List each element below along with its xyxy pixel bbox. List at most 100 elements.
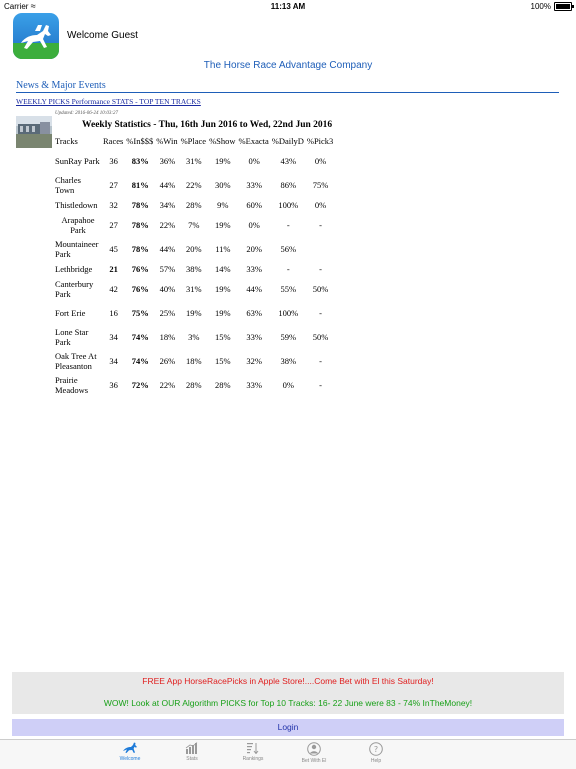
stats-title: Weekly Statistics - Thu, 16th Jun 2016 t… <box>82 120 333 130</box>
company-link[interactable]: The Horse Race Advantage Company <box>0 60 576 71</box>
stat-cell: 44% <box>159 244 176 254</box>
stat-cell: 19% <box>186 308 202 318</box>
table-row: Prairie Meadows 36 72% 22% 28% 28% 33% 0% - <box>54 373 335 397</box>
tab-label: Help <box>370 758 382 764</box>
app-logo-icon <box>13 13 59 59</box>
stat-cell: 33% <box>246 180 262 190</box>
stat-cell: - <box>319 380 322 390</box>
column-header: %Win <box>156 136 178 146</box>
track-name-cell: SunRay Park <box>55 156 100 166</box>
promo-banner[interactable]: FREE App HorseRacePicks in Apple Store!.… <box>12 672 564 714</box>
stat-cell: 72% <box>131 380 149 390</box>
stat-cell: 78% <box>131 200 149 210</box>
question-icon: ? <box>341 742 411 756</box>
app-header: Welcome Guest <box>0 13 576 63</box>
stat-cell: 34% <box>159 200 176 210</box>
stat-cell: 20% <box>186 244 202 254</box>
tab-bet-with-el[interactable]: Bet With El <box>279 742 349 764</box>
login-button[interactable]: Login <box>12 719 564 736</box>
column-header: %Pick3 <box>306 136 334 146</box>
stat-cell: 45 <box>109 244 118 254</box>
tab-welcome[interactable]: Welcome <box>95 742 165 762</box>
status-bar: Carrier ≈ 11:13 AM 100% <box>0 0 576 13</box>
stat-cell: 36 <box>109 156 118 166</box>
stat-cell: 30% <box>215 180 231 190</box>
track-name-cell: Arapahoe Park <box>61 215 95 235</box>
stat-cell: 57% <box>159 264 176 274</box>
track-name-cell: Prairie Meadows <box>55 375 89 395</box>
stat-cell: 28% <box>186 200 202 210</box>
tab-rankings[interactable]: Rankings <box>218 742 288 762</box>
stat-cell: 86% <box>280 180 297 190</box>
tab-label: Stats <box>186 756 198 762</box>
stat-cell: 34 <box>109 356 118 366</box>
table-row: Canterbury Park 42 76% 40% 31% 19% 44% 55% 50% <box>54 277 335 301</box>
stat-cell: 18% <box>186 356 202 366</box>
stat-cell: 44% <box>159 180 176 190</box>
tab-label: Rankings <box>242 756 264 762</box>
horse-icon <box>95 742 165 754</box>
track-name-cell: Mountaineer Park <box>55 239 99 259</box>
stat-cell: - <box>319 356 322 366</box>
stat-cell: 60% <box>246 200 262 210</box>
stat-cell: 36% <box>159 156 176 166</box>
stat-cell: 63% <box>246 308 262 318</box>
stat-cell: 9% <box>217 200 229 210</box>
stat-cell: 40% <box>159 284 176 294</box>
stat-cell: 21 <box>109 264 118 274</box>
battery-indicator: 100% <box>531 0 574 13</box>
weekly-picks-link[interactable]: WEEKLY PICKS Performance STATS - TOP TEN… <box>16 97 201 106</box>
column-header: %Exacta <box>238 136 269 146</box>
stat-cell: 0% <box>248 156 260 166</box>
stat-cell: 81% <box>131 180 149 190</box>
column-header: %Show <box>209 136 236 146</box>
column-header: Races <box>103 136 124 146</box>
stat-cell: 22% <box>159 220 176 230</box>
stat-cell: 33% <box>246 332 262 342</box>
column-header: Tracks <box>55 136 78 146</box>
promo-line-2: WOW! Look at OUR Algorithm PICKS for Top… <box>103 698 473 708</box>
stat-cell: 22% <box>159 380 176 390</box>
promo-line-1: FREE App HorseRacePicks in Apple Store!.… <box>142 676 434 686</box>
tab-help[interactable]: ? Help <box>341 742 411 764</box>
stat-cell: 75% <box>312 180 329 190</box>
stat-cell: 42 <box>109 284 118 294</box>
stat-cell: 22% <box>186 180 202 190</box>
stat-cell: 36 <box>109 380 118 390</box>
track-name-cell: Oak Tree At Pleasanton <box>55 351 97 371</box>
stat-cell: 59% <box>280 332 297 342</box>
table-row: Mountaineer Park 45 78% 44% 20% 11% 20% 56% <box>54 237 335 261</box>
stat-cell: 0% <box>248 220 260 230</box>
stat-cell: 56% <box>280 244 297 254</box>
stat-cell: 76% <box>131 264 149 274</box>
stat-cell: 38% <box>280 356 297 366</box>
stat-cell: 74% <box>131 332 149 342</box>
stat-cell: 32% <box>246 356 262 366</box>
stat-cell: 19% <box>215 220 231 230</box>
tab-label: Bet With El <box>301 758 327 764</box>
stat-cell: 26% <box>159 356 176 366</box>
stat-cell: - <box>319 308 322 318</box>
stat-cell: 28% <box>215 380 231 390</box>
table-row: Thistledown 32 78% 34% 28% 9% 60% 100% 0% <box>54 197 335 213</box>
stat-cell: 16 <box>109 308 118 318</box>
stat-cell: 19% <box>215 308 231 318</box>
stat-cell: 33% <box>246 380 262 390</box>
stat-cell: 32 <box>109 200 118 210</box>
stat-cell: 31% <box>186 284 202 294</box>
stat-cell: 44% <box>246 284 262 294</box>
table-row: Fort Erie 16 75% 25% 19% 19% 63% 100% - <box>54 301 335 325</box>
stat-cell: 100% <box>278 200 299 210</box>
stat-cell: 20% <box>246 244 262 254</box>
stat-cell: 11% <box>215 244 231 254</box>
welcome-label: Welcome Guest <box>67 30 138 41</box>
stat-cell: - <box>286 220 290 230</box>
table-header-row: Tracks Races %In$$$ %Win %Place %Show %Exacta%… <box>54 133 335 149</box>
stat-cell: 18% <box>159 332 176 342</box>
stat-cell: 43% <box>280 156 297 166</box>
tab-stats[interactable]: Stats <box>157 742 227 762</box>
table-row: Oak Tree At Pleasanton 34 74% 26% 18% 15% 32% 3… <box>54 349 335 373</box>
bar-chart-icon <box>157 742 227 754</box>
stat-cell: 15% <box>215 356 231 366</box>
stat-cell: 31% <box>186 156 202 166</box>
